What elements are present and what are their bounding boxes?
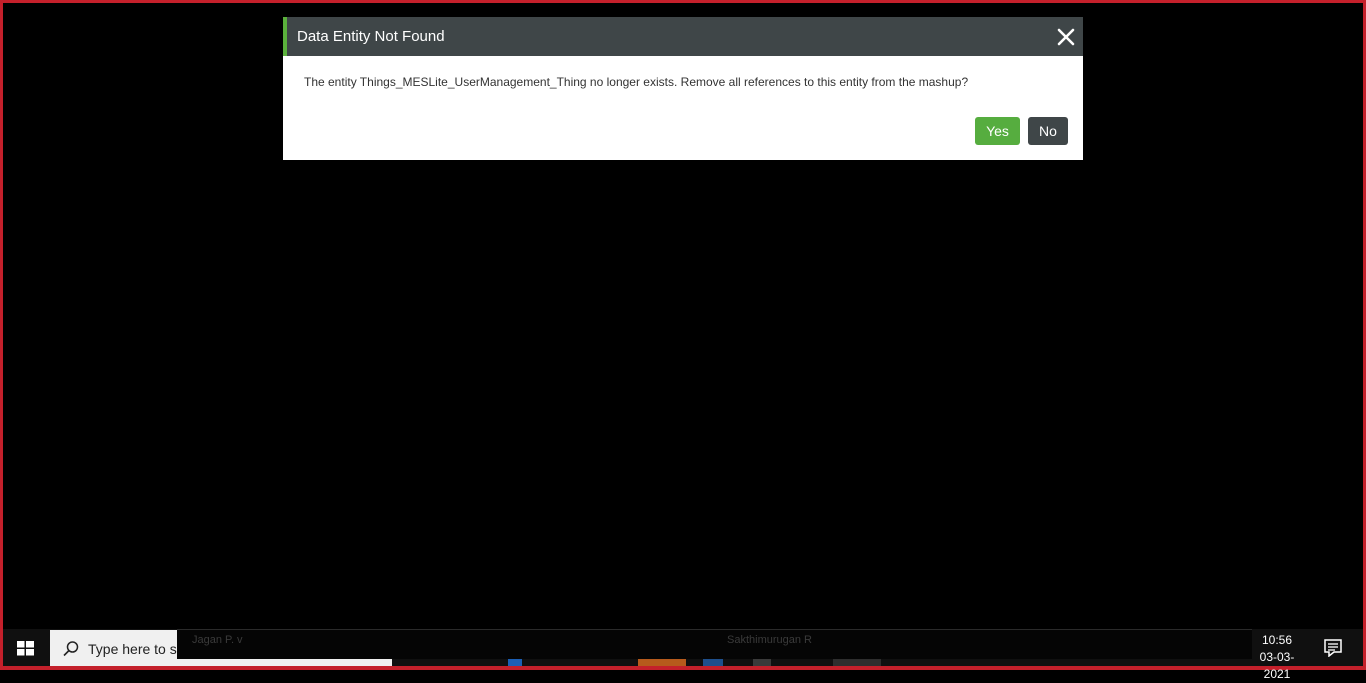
taskbar: Type here to s Jagan P. v Sakthimurugan … [3,629,1363,681]
search-placeholder: Type here to s [88,641,177,657]
app-taskbar-icon[interactable] [753,659,771,666]
close-icon [1057,28,1075,46]
clock-time: 10:56 [1261,633,1293,647]
edge-taskbar-icon[interactable] [508,659,522,666]
data-entity-not-found-dialog: Data Entity Not Found The entity Things_… [283,17,1083,160]
app-taskbar-icon[interactable] [833,659,881,666]
screen-share-overlay: Jagan P. v Sakthimurugan R [177,629,1252,659]
dialog-header: Data Entity Not Found [283,17,1083,56]
dialog-message: The entity Things_MESLite_UserManagement… [304,75,969,89]
participant-name: Sakthimurugan R [727,634,812,646]
search-icon [63,641,79,657]
dialog-title: Data Entity Not Found [297,28,445,45]
start-button[interactable] [3,629,48,666]
close-button[interactable] [1055,26,1077,48]
no-button[interactable]: No [1028,117,1068,145]
notification-icon[interactable] [1323,639,1343,657]
active-app-taskbar-icon[interactable] [638,659,686,666]
clock-date: 03-03-2021 [1259,650,1295,681]
yes-button[interactable]: Yes [975,117,1020,145]
system-clock[interactable]: 10:56 03-03-2021 [1247,632,1307,683]
participant-name: Jagan P. v [192,634,243,646]
app-taskbar-icon[interactable] [703,659,723,666]
windows-icon [17,641,34,656]
